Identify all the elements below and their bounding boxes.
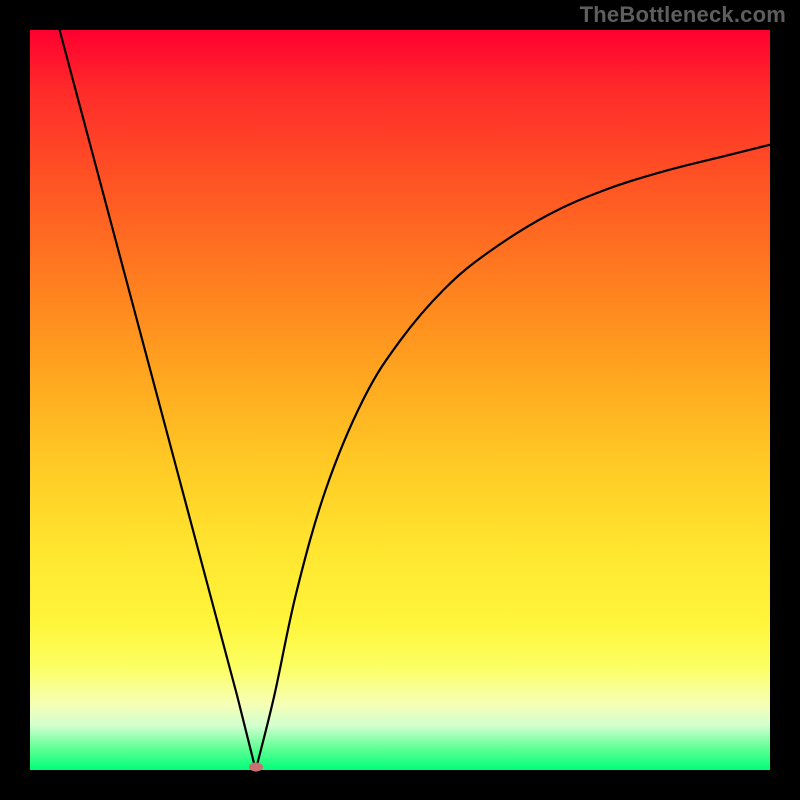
background-gradient bbox=[30, 30, 770, 770]
plot-area bbox=[30, 30, 770, 770]
chart-frame: TheBottleneck.com bbox=[0, 0, 800, 800]
watermark-text: TheBottleneck.com bbox=[580, 2, 786, 28]
